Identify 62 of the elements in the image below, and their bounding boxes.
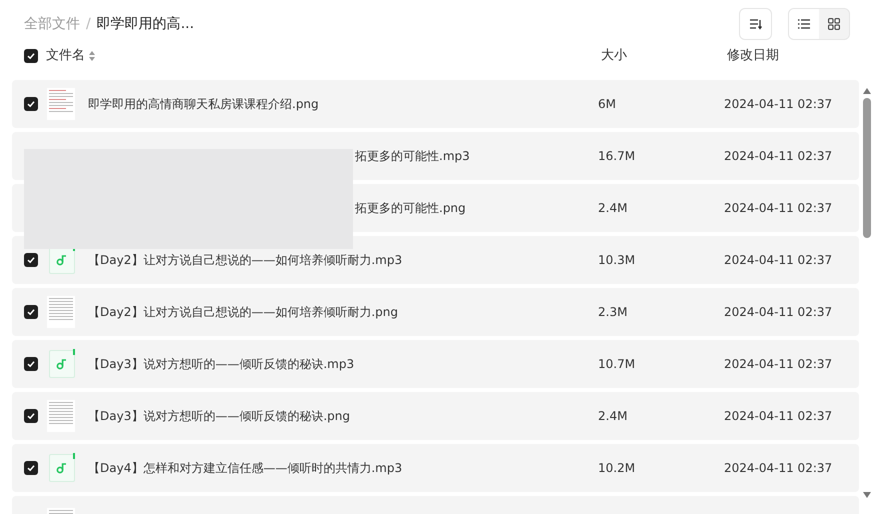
list-view-button[interactable] [789,9,819,39]
file-name[interactable]: 拓更多的可能性.png [355,199,598,217]
check-icon [27,256,35,264]
modified-date: 2024-04-11 02:37 [724,200,832,217]
modified-date: 2024-04-11 02:37 [724,356,832,373]
grid-icon [828,18,840,30]
column-header: 修改日期 [727,47,779,66]
sort-icon[interactable] [89,51,95,61]
modified-date: 2024-04-11 02:37 [724,252,832,269]
modified-date: 2024-04-11 02:37 [724,304,832,321]
file-size: 10.3M [598,252,636,269]
check-icon [27,308,35,316]
scroll-down-icon[interactable] [863,492,871,498]
file-row[interactable]: 【Day4】怎样和对方建立信任感——倾听时的共情力.mp3 10.2M 2024-04-11 02:37 [12,444,859,492]
check-icon [27,360,35,368]
file-row[interactable]: 【Day3】说对方想听的——倾听反馈的秘诀.png 2.4M 2024-04-11 02:37 [12,392,859,440]
document-thumbnail [47,400,75,432]
file-name[interactable]: 【Day3】说对方想听的——倾听反馈的秘诀.mp3 [88,355,598,373]
music-note-icon [49,454,75,482]
file-size: 2.3M [598,304,628,321]
file-size: 2.4M [598,200,628,217]
checkbox[interactable] [24,357,38,371]
file-name[interactable]: 即学即用的高情商聊天私房课课程介绍.png [88,95,598,113]
file-size: 16.7M [598,148,636,165]
modified-date: 2024-04-11 02:37 [724,408,832,425]
checkbox[interactable] [24,305,38,319]
document-thumbnail [47,296,75,328]
scroll-up-icon[interactable] [863,88,871,94]
document-thumbnail [47,88,75,120]
column-header[interactable]: 文件名 [46,46,85,66]
file-name[interactable]: 【Day2】让对方说自己想说的——如何培养倾听耐力.mp3 [88,251,598,269]
file-row[interactable]: 【Day3】说对方想听的——倾听反馈的秘诀.mp3 10.7M 2024-04-11 02:37 [12,340,859,388]
modified-date: 2024-04-11 02:37 [724,460,832,477]
check-icon [27,412,35,420]
checkbox[interactable] [24,253,38,267]
column-header: 大小 [601,47,628,66]
file-name[interactable]: 【Day2】让对方说自己想说的——如何培养倾听耐力.png [88,303,598,321]
checkbox[interactable] [24,49,38,63]
file-row[interactable]: 即学即用的高情商聊天私房课课程介绍.png 6M 2024-04-11 02:37 [12,80,859,128]
scrollbar-thumb[interactable] [863,98,871,238]
check-icon [27,464,35,472]
music-note-icon [49,350,75,378]
modified-date: 2024-04-11 02:37 [724,148,832,165]
check-icon [27,52,35,60]
sort-button[interactable] [739,8,772,40]
file-row[interactable]: 【Day2】让对方说自己想说的——如何培养倾听耐力.png 2.3M 2024-04-11 02:37 [12,288,859,336]
file-name[interactable]: 【Day4】怎样和对方建立信任感——倾听时的共情力.mp3 [88,459,598,477]
file-size: 2.4M [598,408,628,425]
file-name[interactable]: 【Day3】说对方想听的——倾听反馈的秘诀.png [88,407,598,425]
breadcrumb-item: 即学即用的高... [96,14,194,34]
check-icon [27,100,35,108]
checkbox[interactable] [24,409,38,423]
checkbox[interactable] [24,97,38,111]
file-size: 10.7M [598,356,636,373]
modified-date: 2024-04-11 02:37 [724,96,832,113]
file-size: 10.2M [598,460,636,477]
list-icon [798,19,810,29]
breadcrumb-separator: / [86,14,91,34]
file-size: 6M [598,96,617,113]
checkbox[interactable] [24,461,38,475]
file-name[interactable]: 拓更多的可能性.mp3 [355,147,598,165]
sort-order-icon [748,18,762,30]
